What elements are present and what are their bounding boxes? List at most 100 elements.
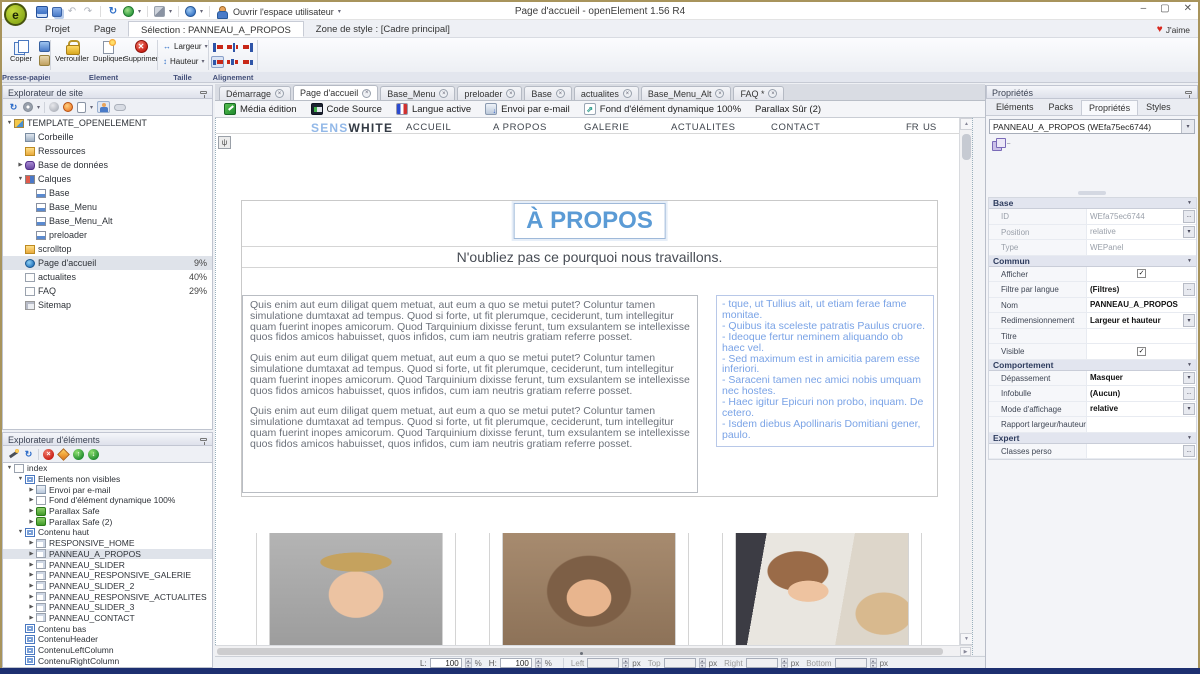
photo-cell[interactable] bbox=[722, 533, 922, 645]
link-item[interactable]: - tque, ut Tullius ait, ut etiam ferae f… bbox=[722, 299, 928, 321]
cloud-icon[interactable] bbox=[114, 104, 126, 111]
element-item-contenu-bas[interactable]: Contenu bas bbox=[3, 623, 212, 634]
element-item-contenuheader[interactable]: ContenuHeader bbox=[3, 634, 212, 645]
document-tab-page-d-accueil[interactable]: Page d'accueil× bbox=[293, 85, 378, 100]
property-value[interactable]: relative▾ bbox=[1087, 225, 1196, 240]
ribbon-tab-s-lection-panneau-a-propos[interactable]: Sélection : PANNEAU_A_PROPOS bbox=[128, 21, 304, 37]
about-panel-selected[interactable]: À PROPOS N'oubliez pas ce pourquoi nous … bbox=[241, 200, 938, 497]
element-item-elements-non-visibles[interactable]: ▼Elements non visibles bbox=[3, 474, 212, 485]
expander-icon[interactable]: ▶ bbox=[27, 594, 36, 600]
chevron-down-icon[interactable]: ▾ bbox=[200, 8, 203, 15]
chevron-down-icon[interactable]: – bbox=[1007, 141, 1010, 147]
element-item-panneau-contact[interactable]: ▶PANNEAU_CONTACT bbox=[3, 613, 212, 624]
photo-man-portrait[interactable] bbox=[270, 533, 442, 645]
expander-icon[interactable]: ▼ bbox=[16, 529, 25, 535]
copy-button[interactable]: Copier bbox=[5, 39, 37, 70]
section-header-base[interactable]: Base▼ bbox=[989, 198, 1196, 209]
chevron-down-icon[interactable]: ▾ bbox=[37, 104, 40, 111]
link-list-column[interactable]: - tque, ut Tullius ait, ut etiam ferae f… bbox=[716, 295, 934, 447]
section-header-commun[interactable]: Commun▼ bbox=[989, 256, 1196, 267]
site-item-scrolltop[interactable]: scrolltop bbox=[3, 242, 212, 256]
photo-woman-with-dog[interactable] bbox=[736, 533, 908, 645]
save-all-icon[interactable] bbox=[52, 7, 62, 17]
vertical-scrollbar[interactable]: ▲ ▼ bbox=[959, 118, 972, 645]
expander-icon[interactable]: ▶ bbox=[27, 508, 36, 514]
toolbar-button-m-dia-dition[interactable]: Média édition bbox=[219, 102, 306, 117]
site-item-calques[interactable]: ▼Calques bbox=[3, 172, 212, 186]
element-item-index[interactable]: ▼index bbox=[3, 463, 212, 474]
photo-cell[interactable] bbox=[489, 533, 689, 645]
dropdown-button[interactable]: ▾ bbox=[1183, 314, 1195, 327]
ellipsis-button[interactable]: ... bbox=[1183, 283, 1195, 296]
width-button[interactable]: ↔ Largeur ▾ bbox=[160, 40, 211, 53]
document-tab-base[interactable]: Base× bbox=[524, 86, 572, 100]
toolbar-button-envoi-par-e-mail[interactable]: Envoi par e-mail bbox=[480, 102, 579, 117]
pin-icon[interactable] bbox=[1185, 91, 1192, 94]
scroll-right-icon[interactable]: ▶ bbox=[960, 647, 971, 656]
site-item-page-d-accueil[interactable]: Page d'accueil9% bbox=[3, 256, 212, 270]
ellipsis-button[interactable]: ... bbox=[1183, 210, 1195, 223]
menu-item-accueil[interactable]: ACCUEIL bbox=[406, 122, 451, 133]
horizontal-scrollbar[interactable]: ▶ bbox=[215, 645, 972, 656]
document-tab-faq[interactable]: FAQ *× bbox=[733, 86, 784, 100]
property-value[interactable]: WEfa75ec6744... bbox=[1087, 209, 1196, 224]
link-item[interactable]: - Isdem diebus Apollinaris Domitiani gen… bbox=[722, 419, 928, 441]
ellipsis-button[interactable]: ... bbox=[1183, 387, 1195, 400]
photo-woman-portrait[interactable] bbox=[503, 533, 675, 645]
magic-wand-icon[interactable] bbox=[8, 449, 19, 460]
close-tab-icon[interactable]: × bbox=[439, 89, 448, 98]
expander-icon[interactable]: ▶ bbox=[27, 604, 36, 610]
maximize-button[interactable]: ▢ bbox=[1160, 3, 1169, 14]
property-value[interactable]: Largeur et hauteur▾ bbox=[1087, 313, 1196, 328]
sync-icon[interactable] bbox=[49, 102, 59, 112]
user-pages-icon[interactable] bbox=[97, 101, 110, 113]
expander-icon[interactable]: ▶ bbox=[27, 551, 36, 557]
expander-icon[interactable]: ▶ bbox=[27, 540, 36, 546]
section-header-expert[interactable]: Expert▼ bbox=[989, 433, 1196, 444]
site-menu-bar[interactable]: SENSWHITE ACCUEILA PROPOSGALERIEACTUALIT… bbox=[216, 118, 961, 134]
close-tab-icon[interactable]: × bbox=[362, 89, 371, 98]
element-item-contenuleftcolumn[interactable]: ContenuLeftColumn bbox=[3, 645, 212, 656]
expander-icon[interactable]: ▶ bbox=[27, 497, 36, 503]
expander-icon[interactable]: ▶ bbox=[27, 615, 36, 621]
element-item-panneau-slider-2[interactable]: ▶PANNEAU_SLIDER_2 bbox=[3, 581, 212, 592]
property-value[interactable] bbox=[1087, 329, 1196, 344]
element-item-panneau-responsive-galerie[interactable]: ▶PANNEAU_RESPONSIVE_GALERIE bbox=[3, 570, 212, 581]
expander-icon[interactable]: ▶ bbox=[27, 562, 36, 568]
align-top-button[interactable] bbox=[211, 56, 224, 68]
property-value[interactable]: Masquer▾ bbox=[1087, 371, 1196, 386]
document-tab-base-menu-alt[interactable]: Base_Menu_Alt× bbox=[641, 86, 732, 100]
toolbar-button-code-source[interactable]: Code Source bbox=[306, 102, 391, 117]
lang-switch-fr[interactable]: FR bbox=[906, 122, 919, 133]
close-tab-icon[interactable]: × bbox=[275, 89, 284, 98]
align-bottom-button[interactable] bbox=[241, 56, 254, 68]
subtitle-row[interactable]: N'oubliez pas ce pourquoi nous travaillo… bbox=[242, 246, 937, 268]
element-item-parallax-safe-2[interactable]: ▶Parallax Safe (2) bbox=[3, 516, 212, 527]
align-center-h-button[interactable] bbox=[226, 41, 239, 53]
zoom-input-h[interactable]: 100 bbox=[500, 658, 532, 668]
ribbon-tab-page[interactable]: Page bbox=[82, 21, 128, 37]
dropdown-button[interactable]: ▾ bbox=[1183, 403, 1195, 416]
property-value[interactable]: ... bbox=[1087, 444, 1196, 459]
redo-icon[interactable]: ↷ bbox=[82, 6, 94, 18]
element-item-parallax-safe[interactable]: ▶Parallax Safe bbox=[3, 506, 212, 517]
position-input-bottom[interactable] bbox=[835, 658, 867, 668]
element-item-fond-d-l-ment-dynamique-100[interactable]: ▶Fond d'élément dynamique 100% bbox=[3, 495, 212, 506]
element-selector-dropdown[interactable]: PANNEAU_A_PROPOS (WEfa75ec6744) ▾ bbox=[989, 119, 1195, 134]
stepper-icon[interactable]: ▴▾ bbox=[535, 658, 542, 668]
expander-icon[interactable]: ▼ bbox=[16, 176, 25, 182]
site-item-sitemap[interactable]: Sitemap bbox=[3, 298, 212, 312]
site-item-base-menu[interactable]: Base_Menu bbox=[3, 200, 212, 214]
like-badge[interactable]: ♥J'aime bbox=[1157, 24, 1190, 35]
chevron-down-icon[interactable]: ▾ bbox=[1181, 120, 1194, 133]
tab-propri-t-s[interactable]: Propriétés bbox=[1081, 100, 1138, 115]
lang-switch-us[interactable]: US bbox=[923, 122, 936, 133]
scroll-up-icon[interactable]: ▲ bbox=[960, 118, 972, 130]
style-stamp-icon[interactable] bbox=[992, 138, 1003, 149]
heading-selection-box[interactable]: À PROPOS bbox=[513, 203, 666, 239]
position-input-right[interactable] bbox=[746, 658, 778, 668]
close-tab-icon[interactable]: × bbox=[715, 89, 724, 98]
stepper-icon[interactable]: ▴▾ bbox=[699, 658, 706, 668]
expander-icon[interactable]: ▼ bbox=[16, 476, 25, 482]
expander-icon[interactable]: ▶ bbox=[27, 519, 36, 525]
